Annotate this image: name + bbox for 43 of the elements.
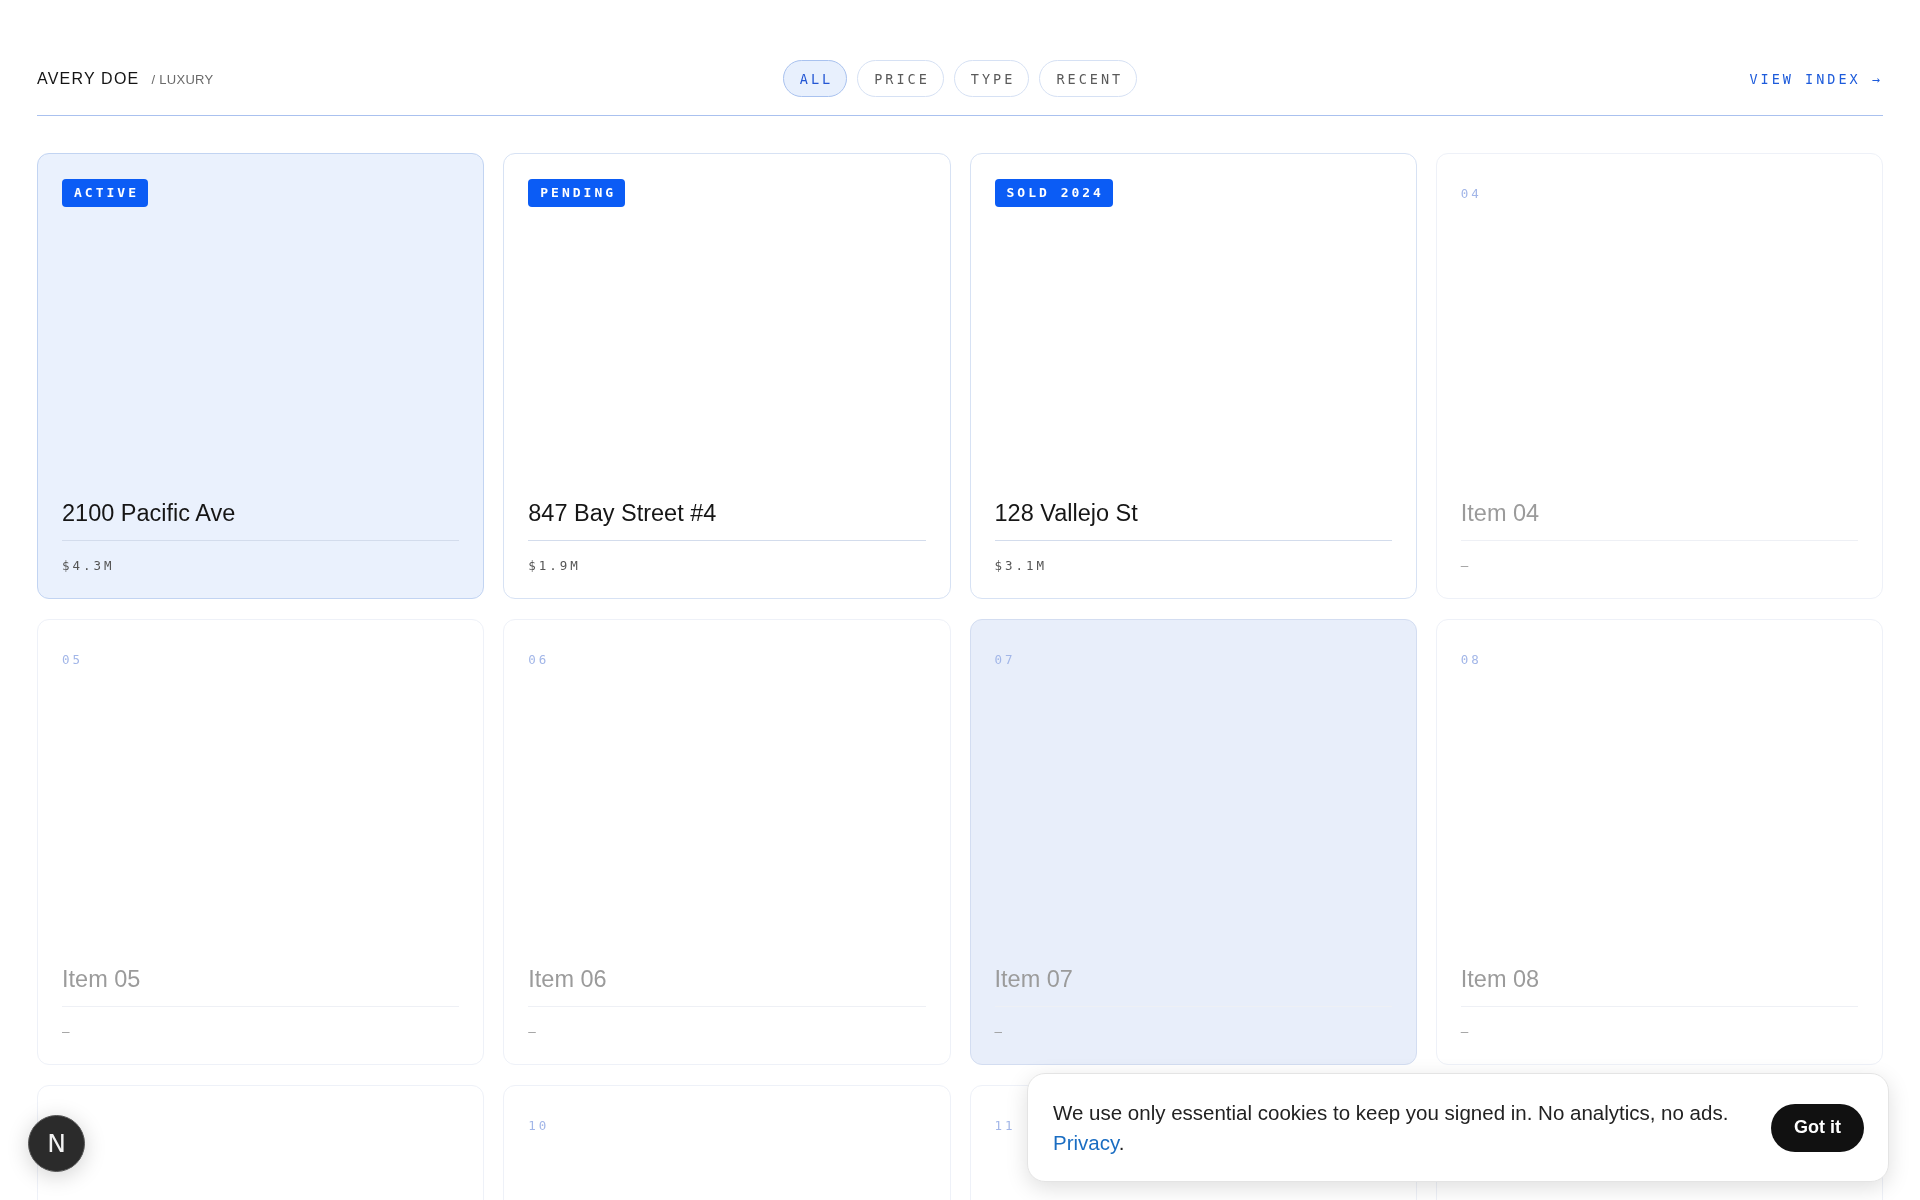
cookie-message: We use only essential cookies to keep you signed in. No analytics, no ads. Privacy.	[1053, 1099, 1729, 1156]
listing-title: Item 05	[62, 964, 142, 994]
listing-price: $3.1M	[994, 557, 1049, 575]
listing-price: –	[528, 1023, 540, 1041]
listing-title: Item 07	[994, 964, 1074, 994]
filter-tab[interactable]: RECENT	[1039, 60, 1138, 97]
listing-price: $1.9M	[528, 557, 582, 575]
listing-price: –	[62, 1023, 74, 1041]
section-label: / LUXURY	[151, 71, 214, 87]
listing-card[interactable]: 04 Item 04 –	[1435, 153, 1883, 599]
filter-tab[interactable]: TYPE	[953, 60, 1030, 97]
listing-price: $4.3M	[62, 557, 116, 575]
item-number: 10	[528, 1117, 550, 1133]
status-badge: PENDING	[528, 179, 626, 207]
item-number: 06	[528, 651, 550, 667]
item-number: 08	[1460, 651, 1482, 667]
brand-name: AVERY DOE	[37, 69, 140, 88]
listing-card[interactable]: SOLD 2024 128 Vallejo St $3.1M	[969, 153, 1417, 599]
listing-card[interactable]: 08 Item 08 –	[1435, 619, 1883, 1065]
view-index-link[interactable]: VIEW INDEX →	[1749, 70, 1883, 87]
listing-title: Item 04	[1460, 498, 1541, 528]
listing-price: –	[1460, 557, 1473, 575]
listing-title: Item 06	[528, 964, 608, 994]
got-it-button[interactable]: Got it	[1771, 1103, 1864, 1152]
status-badge: ACTIVE	[62, 179, 148, 207]
listing-title: Item 08	[1460, 964, 1541, 994]
item-number: 05	[62, 651, 84, 667]
listing-card[interactable]: ACTIVE 2100 Pacific Ave $4.3M	[37, 153, 485, 599]
privacy-link[interactable]: Privacy	[1053, 1130, 1119, 1154]
filter-tab[interactable]: ALL	[782, 60, 848, 97]
listing-price: –	[994, 1023, 1007, 1041]
status-badge: SOLD 2024	[994, 179, 1113, 207]
listing-card[interactable]: PENDING 847 Bay Street #4 $1.9M	[503, 153, 951, 599]
item-number: 07	[994, 651, 1016, 667]
item-number: 04	[1460, 185, 1482, 201]
listing-card[interactable]: 06 Item 06 –	[503, 619, 951, 1065]
listing-title: 2100 Pacific Ave	[62, 498, 237, 528]
listing-title: 128 Vallejo St	[994, 498, 1139, 528]
listing-card[interactable]: 05 Item 05 –	[37, 619, 485, 1065]
listing-title: 847 Bay Street #4	[528, 498, 718, 528]
filter-tab[interactable]: PRICE	[857, 60, 944, 97]
listing-price: –	[1460, 1023, 1473, 1041]
item-number: 11	[994, 1117, 1016, 1133]
